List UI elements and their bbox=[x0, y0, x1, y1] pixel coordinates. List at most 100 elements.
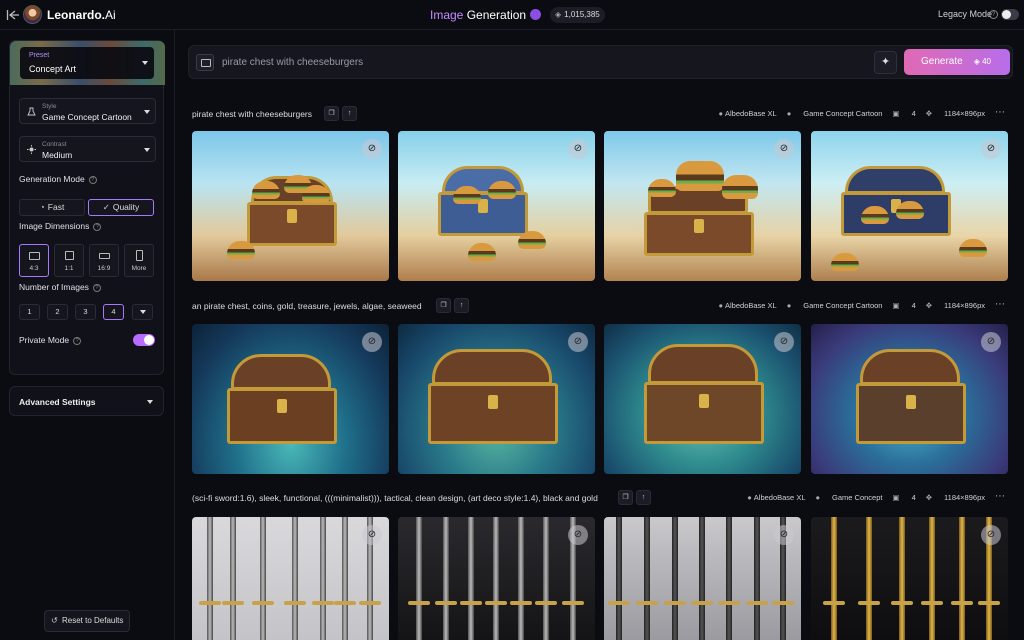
eye-off-icon[interactable]: ⊘ bbox=[568, 332, 588, 352]
generated-image[interactable]: ⊘ bbox=[604, 131, 801, 281]
info-icon[interactable]: ? bbox=[989, 10, 998, 19]
size-icon: ✥ bbox=[925, 493, 933, 502]
info-icon[interactable]: ? bbox=[92, 283, 101, 292]
row-prompt: pirate chest with cheeseburgers bbox=[192, 109, 313, 119]
eye-off-icon[interactable]: ⊘ bbox=[774, 332, 794, 352]
model-icon: ● bbox=[718, 109, 724, 118]
preset-value: Concept Art bbox=[29, 64, 77, 74]
size-icon: ✥ bbox=[925, 301, 933, 310]
images-icon: ▣ bbox=[892, 301, 900, 310]
num-images-3-button[interactable]: 3 bbox=[75, 304, 96, 320]
token-icon: ◈ bbox=[555, 10, 562, 19]
generated-image[interactable]: ⊘ bbox=[604, 517, 801, 640]
info-icon[interactable]: ? bbox=[93, 222, 102, 231]
preset-selector[interactable]: Preset Concept Art bbox=[10, 41, 165, 85]
more-icon[interactable]: ⋯ bbox=[995, 299, 1005, 310]
quality-icon: ✓ bbox=[102, 202, 110, 212]
contrast-value: Medium bbox=[42, 150, 73, 160]
generated-image[interactable]: ⊘ bbox=[811, 131, 1008, 281]
eye-off-icon[interactable]: ⊘ bbox=[774, 139, 794, 159]
eye-off-icon[interactable]: ⊘ bbox=[362, 525, 382, 545]
eye-off-icon[interactable]: ⊘ bbox=[362, 139, 382, 159]
private-mode-toggle[interactable] bbox=[133, 334, 155, 346]
number-of-images-label: Number of Images? bbox=[19, 282, 101, 292]
generated-image[interactable]: ⊘ bbox=[811, 324, 1008, 474]
generated-image[interactable]: ⊘ bbox=[192, 517, 389, 640]
prompt-input[interactable]: pirate chest with cheeseburgers bbox=[222, 57, 363, 68]
generated-image[interactable]: ⊘ bbox=[604, 324, 801, 474]
copy-icon[interactable]: ❐ bbox=[324, 106, 339, 121]
model-icon: ● bbox=[747, 493, 752, 502]
contrast-label: Contrast bbox=[42, 141, 67, 148]
image-upload-icon[interactable] bbox=[196, 54, 214, 71]
style-icon bbox=[27, 107, 36, 116]
arrow-up-icon[interactable]: ↑ bbox=[342, 106, 357, 121]
generated-image[interactable]: ⊘ bbox=[192, 324, 389, 474]
eye-off-icon[interactable]: ⊘ bbox=[981, 525, 1001, 545]
copy-icon[interactable]: ❐ bbox=[618, 490, 633, 505]
chevron-down-icon bbox=[144, 148, 150, 152]
generated-image[interactable]: ⊘ bbox=[398, 324, 595, 474]
chevron-down-icon bbox=[140, 310, 146, 314]
legacy-mode-label: Legacy Mode bbox=[937, 9, 992, 19]
eye-off-icon[interactable]: ⊘ bbox=[568, 525, 588, 545]
generation-row-header: (sci-fi sword:1.6), sleek, functional, (… bbox=[192, 490, 1007, 506]
token-balance[interactable]: ◈ 1,015,385 bbox=[550, 7, 605, 23]
num-images-more-button[interactable] bbox=[132, 304, 153, 320]
eye-off-icon[interactable]: ⊘ bbox=[774, 525, 794, 545]
page-title-part1: Image bbox=[430, 8, 464, 22]
generated-image[interactable]: ⊘ bbox=[192, 131, 389, 281]
generation-mode-label: Generation Mode? bbox=[19, 174, 97, 184]
copy-icon[interactable]: ❐ bbox=[436, 298, 451, 313]
generate-button[interactable]: Generate ◈ 40 bbox=[904, 49, 1010, 75]
magic-wand-icon[interactable]: ✦ bbox=[874, 51, 897, 74]
arrow-up-icon[interactable]: ↑ bbox=[454, 298, 469, 313]
top-bar: Leonardo.Ai Image Generation ◈ 1,015,385 … bbox=[0, 0, 1024, 30]
generated-image[interactable]: ⊘ bbox=[811, 517, 1008, 640]
back-arrow-icon[interactable] bbox=[6, 8, 20, 22]
image-dimensions-label: Image Dimensions? bbox=[19, 221, 102, 231]
arrow-up-icon[interactable]: ↑ bbox=[636, 490, 651, 505]
mode-fast-button[interactable]: ◔ Fast bbox=[19, 199, 85, 216]
style-dropdown[interactable]: Style Game Concept Cartoon bbox=[19, 98, 156, 124]
dimension-4-3-button[interactable]: 4:3 bbox=[19, 244, 49, 277]
advanced-settings-toggle[interactable]: Advanced Settings bbox=[9, 386, 164, 416]
legacy-mode-toggle[interactable] bbox=[1001, 9, 1019, 20]
dimension-16-9-button[interactable]: 16:9 bbox=[89, 244, 119, 277]
eye-off-icon[interactable]: ⊘ bbox=[981, 139, 1001, 159]
brand-name[interactable]: Leonardo.Ai bbox=[47, 8, 116, 22]
chevron-down-icon bbox=[144, 110, 150, 114]
contrast-dropdown[interactable]: Contrast Medium bbox=[19, 136, 156, 162]
model-icon: ● bbox=[718, 301, 724, 310]
info-icon[interactable]: ? bbox=[73, 336, 82, 345]
style-label: Style bbox=[42, 103, 57, 110]
generation-row-header: an pirate chest, coins, gold, treasure, … bbox=[192, 298, 1007, 314]
dimension-1-1-button[interactable]: 1:1 bbox=[54, 244, 84, 277]
num-images-4-button[interactable]: 4 bbox=[103, 304, 124, 320]
fast-icon: ◔ bbox=[39, 202, 45, 212]
row-prompt: (sci-fi sword:1.6), sleek, functional, (… bbox=[192, 493, 598, 503]
prompt-bar: pirate chest with cheeseburgers ✦ Genera… bbox=[188, 45, 1013, 79]
more-icon[interactable]: ⋯ bbox=[995, 491, 1005, 502]
mode-quality-button[interactable]: ✓ Quality bbox=[88, 199, 154, 216]
num-images-1-button[interactable]: 1 bbox=[19, 304, 40, 320]
dimension-more-button[interactable]: More bbox=[124, 244, 154, 277]
images-icon: ▣ bbox=[892, 493, 900, 502]
eye-off-icon[interactable]: ⊘ bbox=[981, 332, 1001, 352]
num-images-2-button[interactable]: 2 bbox=[47, 304, 68, 320]
eye-off-icon[interactable]: ⊘ bbox=[568, 139, 588, 159]
chevron-down-icon bbox=[147, 400, 153, 404]
info-icon[interactable]: ? bbox=[88, 175, 97, 184]
reset-defaults-button[interactable]: ↺ Reset to Defaults bbox=[44, 610, 130, 632]
generate-cost: ◈ 40 bbox=[973, 57, 991, 66]
more-icon[interactable]: ⋯ bbox=[995, 107, 1005, 118]
generated-image[interactable]: ⊘ bbox=[398, 517, 595, 640]
logo-avatar[interactable] bbox=[23, 5, 42, 24]
sidebar: Preset Concept Art Style Game Concept Ca… bbox=[0, 30, 175, 640]
eye-off-icon[interactable]: ⊘ bbox=[362, 332, 382, 352]
generated-image[interactable]: ⊘ bbox=[398, 131, 595, 281]
style-value: Game Concept Cartoon bbox=[42, 112, 132, 122]
style-icon: ● bbox=[815, 493, 821, 502]
preset-dropdown[interactable]: Preset Concept Art bbox=[20, 47, 154, 79]
aspect-1-1-icon bbox=[65, 251, 74, 260]
